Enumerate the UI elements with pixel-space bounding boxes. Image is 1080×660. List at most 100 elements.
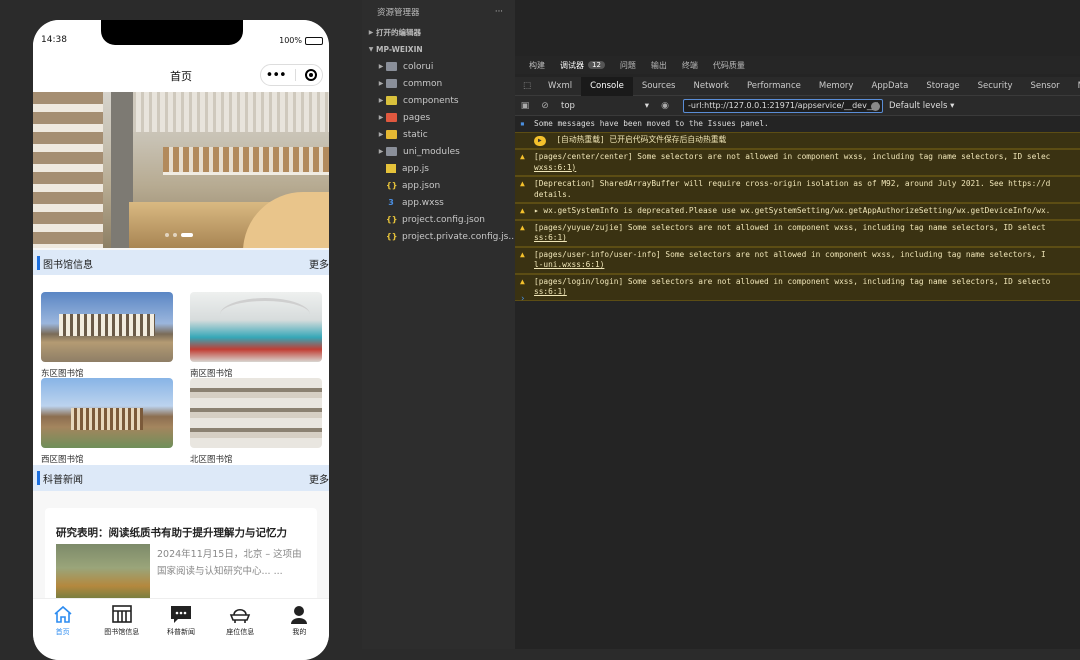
file-item[interactable]: 3 app.wxss	[362, 194, 515, 211]
message-text[interactable]: ▸ wx.getSystemInfo is deprecated.Please …	[534, 206, 1080, 217]
bookshelf-icon	[111, 604, 133, 624]
carousel-dot[interactable]	[173, 233, 177, 237]
tab-mine[interactable]: 我的	[270, 599, 329, 660]
tab-library[interactable]: 图书馆信息	[92, 599, 151, 660]
library-grid: 东区图书馆 南区图书馆 西区图书馆 北区图书馆	[33, 275, 329, 465]
console-prompt-icon[interactable]: ›	[521, 294, 525, 304]
tab-debugger[interactable]: 调试器 12	[560, 60, 605, 71]
source-link[interactable]: l-uni.wxss:6:1)	[534, 260, 1080, 271]
library-card[interactable]: 东区图书馆	[41, 292, 173, 379]
user-icon	[288, 604, 310, 624]
library-card[interactable]: 南区图书馆	[190, 292, 322, 379]
more-icon[interactable]: ···	[495, 7, 503, 17]
menu-capsule[interactable]: •••	[260, 64, 323, 86]
tab-debugger-label: 调试器	[560, 60, 584, 70]
clear-filter-icon[interactable]	[871, 101, 880, 111]
carousel-indicator[interactable]	[165, 233, 193, 237]
tab-more[interactable]: Mo	[1069, 77, 1080, 96]
source-link[interactable]: ss:6:1)	[534, 287, 1080, 298]
file-item[interactable]: {} project.private.config.js...	[362, 228, 517, 245]
section-accent-bar	[37, 471, 40, 485]
tab-sources[interactable]: Sources	[633, 77, 685, 96]
tab-seat[interactable]: 座位信息	[211, 599, 270, 660]
project-section[interactable]: ▼ MP-WEIXIN	[362, 41, 515, 58]
tab-label: 首页	[55, 628, 70, 636]
more-link[interactable]: 更多	[309, 471, 329, 486]
file-item[interactable]: {} app.json	[362, 177, 515, 194]
library-image[interactable]	[190, 292, 322, 362]
source-link[interactable]: ss:6:1)	[534, 233, 1080, 244]
inspect-icon[interactable]: ⬚	[515, 77, 539, 96]
library-card[interactable]: 北区图书馆	[190, 378, 322, 465]
explorer-title: 资源管理器	[377, 8, 420, 18]
warning-icon: ▲	[520, 222, 525, 232]
tab-label: 我的	[292, 628, 307, 636]
pages-folder-icon	[386, 113, 397, 122]
library-card[interactable]: 西区图书馆	[41, 378, 173, 465]
tab-appdata[interactable]: AppData	[862, 77, 917, 96]
levels-value: Default levels	[889, 100, 948, 111]
library-image[interactable]	[41, 378, 173, 448]
banner-carousel[interactable]	[33, 92, 329, 248]
folder-item[interactable]: ▶ static	[362, 126, 515, 143]
tab-storage[interactable]: Storage	[917, 77, 968, 96]
folder-item[interactable]: ▶ pages	[362, 109, 515, 126]
tab-problems[interactable]: 问题	[620, 60, 636, 71]
folder-icon	[386, 147, 397, 156]
tab-performance[interactable]: Performance	[738, 77, 810, 96]
carousel-dot[interactable]	[165, 233, 169, 237]
filter-input[interactable]: -url:http://127.0.0.1:21971/appservice/_…	[683, 98, 883, 113]
tab-security[interactable]: Security	[969, 77, 1022, 96]
log-levels-select[interactable]: Default levels ▾	[889, 101, 954, 111]
news-title[interactable]: 研究表明：阅读纸质书有助于提升理解力与记忆力	[56, 525, 287, 540]
tab-label: 图书馆信息	[104, 628, 140, 636]
sidebar-toggle-icon[interactable]: ▣	[515, 101, 535, 111]
clear-console-icon[interactable]: ⊘	[535, 101, 555, 111]
open-editors-section[interactable]: ▶ 打开的编辑器	[362, 24, 515, 41]
source-link[interactable]: wxss:6:1)	[534, 163, 1080, 174]
library-image[interactable]	[41, 292, 173, 362]
tab-build[interactable]: 构建	[529, 60, 545, 71]
folder-name: static	[403, 129, 428, 140]
components-folder-icon	[386, 96, 397, 105]
tab-console[interactable]: Console	[581, 76, 633, 96]
tab-wxml[interactable]: Wxml	[539, 77, 581, 96]
file-item[interactable]: app.js	[362, 160, 515, 177]
news-description: 2024年11月15日，北京 – 这项由国家阅读与认知研究中心... ...	[157, 549, 302, 577]
tab-network[interactable]: Network	[684, 77, 738, 96]
file-name: project.private.config.js...	[402, 231, 517, 242]
eye-icon[interactable]: ◉	[655, 101, 675, 111]
tab-label: 座位信息	[226, 628, 255, 636]
folder-item[interactable]: ▶ common	[362, 75, 515, 92]
file-item[interactable]: {} project.config.json	[362, 211, 515, 228]
more-link[interactable]: 更多	[309, 256, 329, 271]
tab-memory[interactable]: Memory	[810, 77, 863, 96]
banner-bookshelf	[33, 92, 103, 248]
console-message-warn: ▲ [pages/center/center] Some selectors a…	[515, 149, 1080, 176]
more-dots-icon[interactable]: •••	[266, 69, 287, 82]
library-image[interactable]	[190, 378, 322, 448]
news-thumbnail[interactable]	[56, 544, 150, 604]
folder-item[interactable]: ▶ components	[362, 92, 515, 109]
tab-home[interactable]: 首页	[33, 599, 92, 660]
folder-name: pages	[403, 112, 431, 123]
console-message-warn: ▲ [pages/yuyue/zujie] Some selectors are…	[515, 219, 1080, 247]
file-name: app.json	[402, 180, 441, 191]
tab-news[interactable]: 科普新闻	[151, 599, 210, 660]
context-select[interactable]: top ▾	[555, 101, 655, 111]
console-message-warn: ▲ [pages/login/login] Some selectors are…	[515, 273, 1080, 301]
tab-output[interactable]: 输出	[651, 60, 667, 71]
tab-code-quality[interactable]: 代码质量	[713, 60, 745, 71]
carousel-dot-active[interactable]	[181, 233, 193, 237]
console-message-warn: ▲ ▸ wx.getSystemInfo is deprecated.Pleas…	[515, 203, 1080, 220]
section-title: 科普新闻	[43, 474, 83, 486]
folder-item[interactable]: ▶ uni_modules	[362, 143, 515, 160]
tab-terminal[interactable]: 终端	[682, 60, 698, 71]
open-editors-label: 打开的编辑器	[376, 28, 421, 37]
close-target-icon[interactable]	[305, 69, 318, 81]
tab-sensor[interactable]: Sensor	[1022, 77, 1069, 96]
json-file-icon: {}	[386, 181, 398, 190]
panel-tabs: ⬚ Wxml Console Sources Network Performan…	[515, 76, 1080, 96]
explorer-header: 资源管理器 ···	[362, 0, 515, 24]
folder-item[interactable]: ▶ colorui	[362, 58, 515, 75]
